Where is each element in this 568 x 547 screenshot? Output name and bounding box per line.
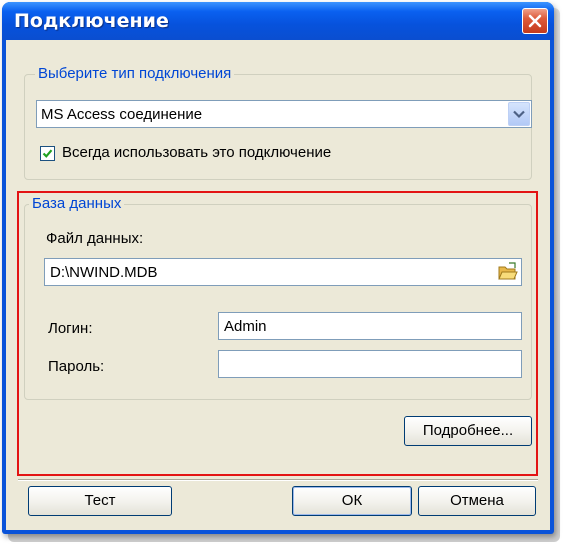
data-file-input[interactable]: D:\NWIND.MDB (44, 258, 522, 286)
login-input[interactable]: Admin (218, 312, 522, 340)
ok-button[interactable]: ОК (292, 486, 412, 516)
close-icon (528, 14, 542, 28)
connection-dialog: Подключение Выберите тип подключения MS … (2, 2, 554, 534)
always-use-label[interactable]: Всегда использовать это подключение (62, 144, 331, 161)
chevron-down-icon (513, 110, 525, 119)
login-value: Admin (224, 318, 267, 335)
footer-separator (18, 479, 538, 481)
connection-type-legend: Выберите тип подключения (35, 65, 235, 82)
open-folder-icon[interactable] (498, 262, 518, 282)
title-bar[interactable]: Подключение (2, 2, 554, 40)
dialog-client-area: Выберите тип подключения MS Access соеди… (6, 40, 550, 530)
login-label: Логин: (48, 320, 93, 337)
test-button[interactable]: Тест (28, 486, 172, 516)
dropdown-button[interactable] (508, 102, 530, 126)
password-label: Пароль: (48, 358, 105, 375)
data-file-value: D:\NWIND.MDB (50, 264, 158, 281)
checkmark-icon (42, 149, 53, 158)
password-input[interactable] (218, 350, 522, 378)
close-button[interactable] (522, 8, 548, 34)
window-title: Подключение (14, 10, 169, 32)
cancel-button[interactable]: Отмена (418, 486, 536, 516)
database-legend: База данных (29, 195, 125, 212)
always-use-checkbox[interactable] (40, 146, 55, 161)
details-button[interactable]: Подробнее... (404, 416, 532, 446)
connection-type-value: MS Access соединение (41, 106, 203, 123)
connection-type-select[interactable]: MS Access соединение (36, 100, 532, 128)
data-file-label: Файл данных: (46, 230, 144, 247)
